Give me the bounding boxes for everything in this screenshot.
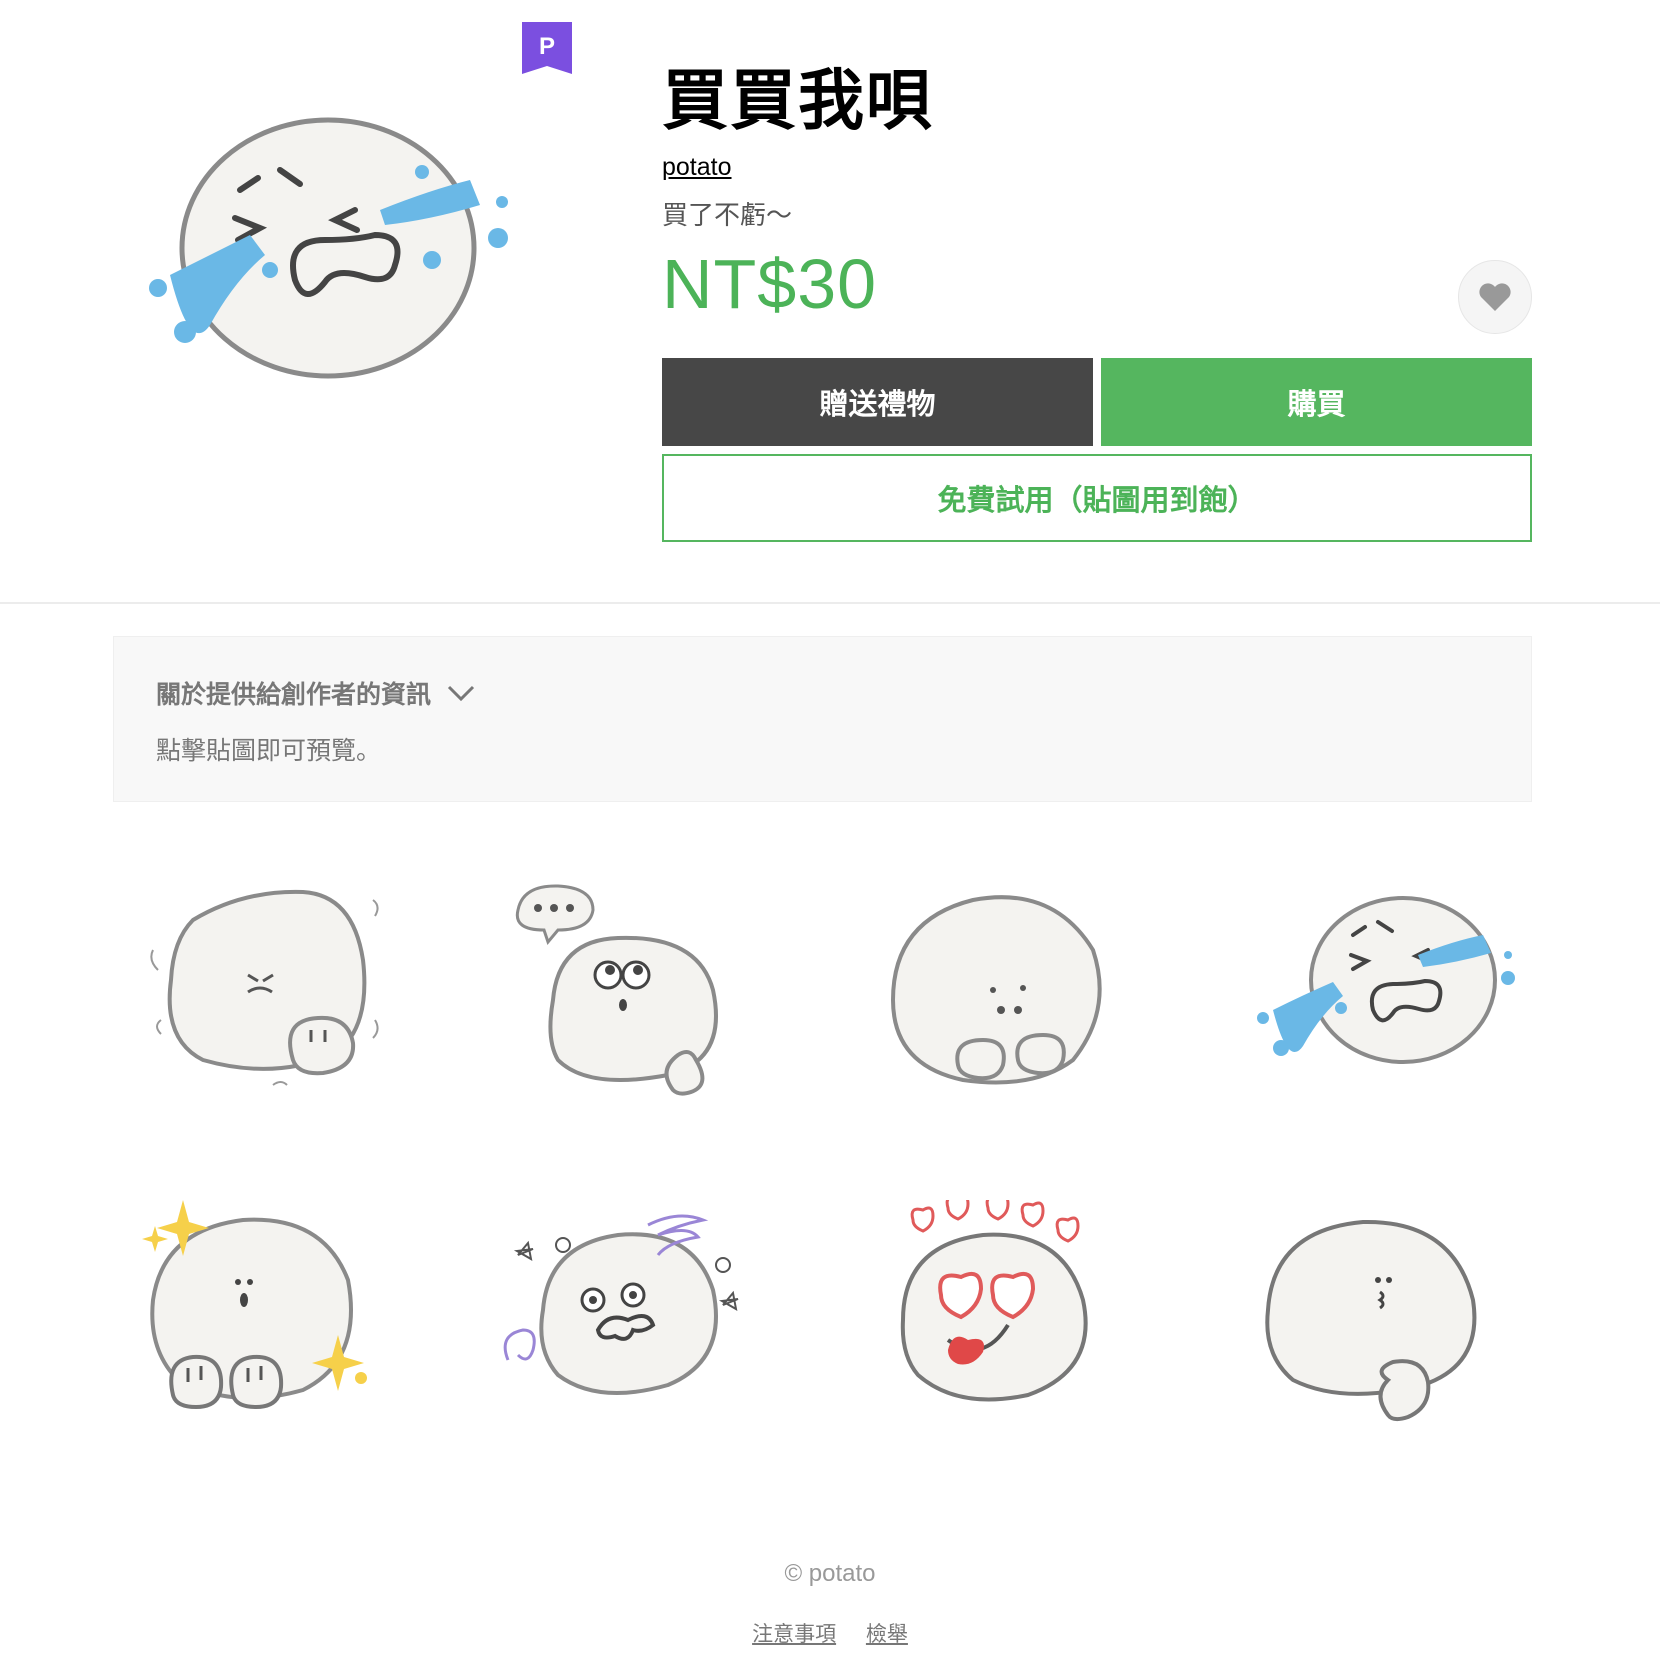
sticker-crying[interactable] — [1233, 880, 1553, 1160]
main-sticker-image — [149, 117, 508, 379]
heart-icon — [1479, 283, 1511, 311]
chevron-down-icon — [447, 685, 475, 702]
footer-links: 注意事項 檢舉 — [0, 1618, 1660, 1648]
preview-hint: 點擊貼圖即可預覽。 — [156, 737, 382, 765]
favorite-button[interactable] — [1458, 260, 1532, 334]
creator-info-panel: 關於提供給創作者的資訊 點擊貼圖即可預覽。 — [113, 636, 1532, 802]
sticker-angry-shaking[interactable] — [133, 880, 453, 1160]
section-divider — [0, 602, 1660, 604]
product-title: 買買我唄 — [662, 63, 934, 137]
author-link[interactable]: potato — [662, 150, 732, 184]
product-info: 買買我唄 potato 買了不虧～ NT$30 — [662, 60, 1532, 334]
premium-icon: P — [522, 22, 572, 74]
svg-text:P: P — [539, 33, 555, 60]
buy-button[interactable]: 購買 — [1101, 358, 1532, 446]
notice-link[interactable]: 注意事項 — [752, 1623, 836, 1646]
copyright-text: © potato — [784, 1560, 876, 1587]
purchase-actions: 贈送禮物 購買 — [662, 358, 1532, 446]
creator-info-heading: 關於提供給創作者的資訊 — [156, 681, 432, 709]
product-description: 買了不虧～ — [662, 200, 793, 230]
sticker-sparkle-surprised[interactable] — [133, 1200, 453, 1480]
product-price: NT$30 — [662, 245, 878, 323]
sticker-thinking-speech[interactable] — [498, 880, 818, 1160]
sticker-dizzy-confused[interactable] — [498, 1200, 818, 1480]
sticker-shy-hiding[interactable] — [863, 880, 1183, 1160]
report-link[interactable]: 檢舉 — [866, 1623, 908, 1646]
creator-info-toggle[interactable]: 關於提供給創作者的資訊 — [156, 675, 475, 711]
free-trial-button[interactable]: 免費試用（貼圖用到飽） — [662, 454, 1532, 542]
sticker-love-hearts[interactable] — [863, 1200, 1183, 1480]
gift-button[interactable]: 贈送禮物 — [662, 358, 1093, 446]
premium-badge: P — [522, 22, 572, 74]
sticker-pondering[interactable] — [1233, 1200, 1553, 1480]
